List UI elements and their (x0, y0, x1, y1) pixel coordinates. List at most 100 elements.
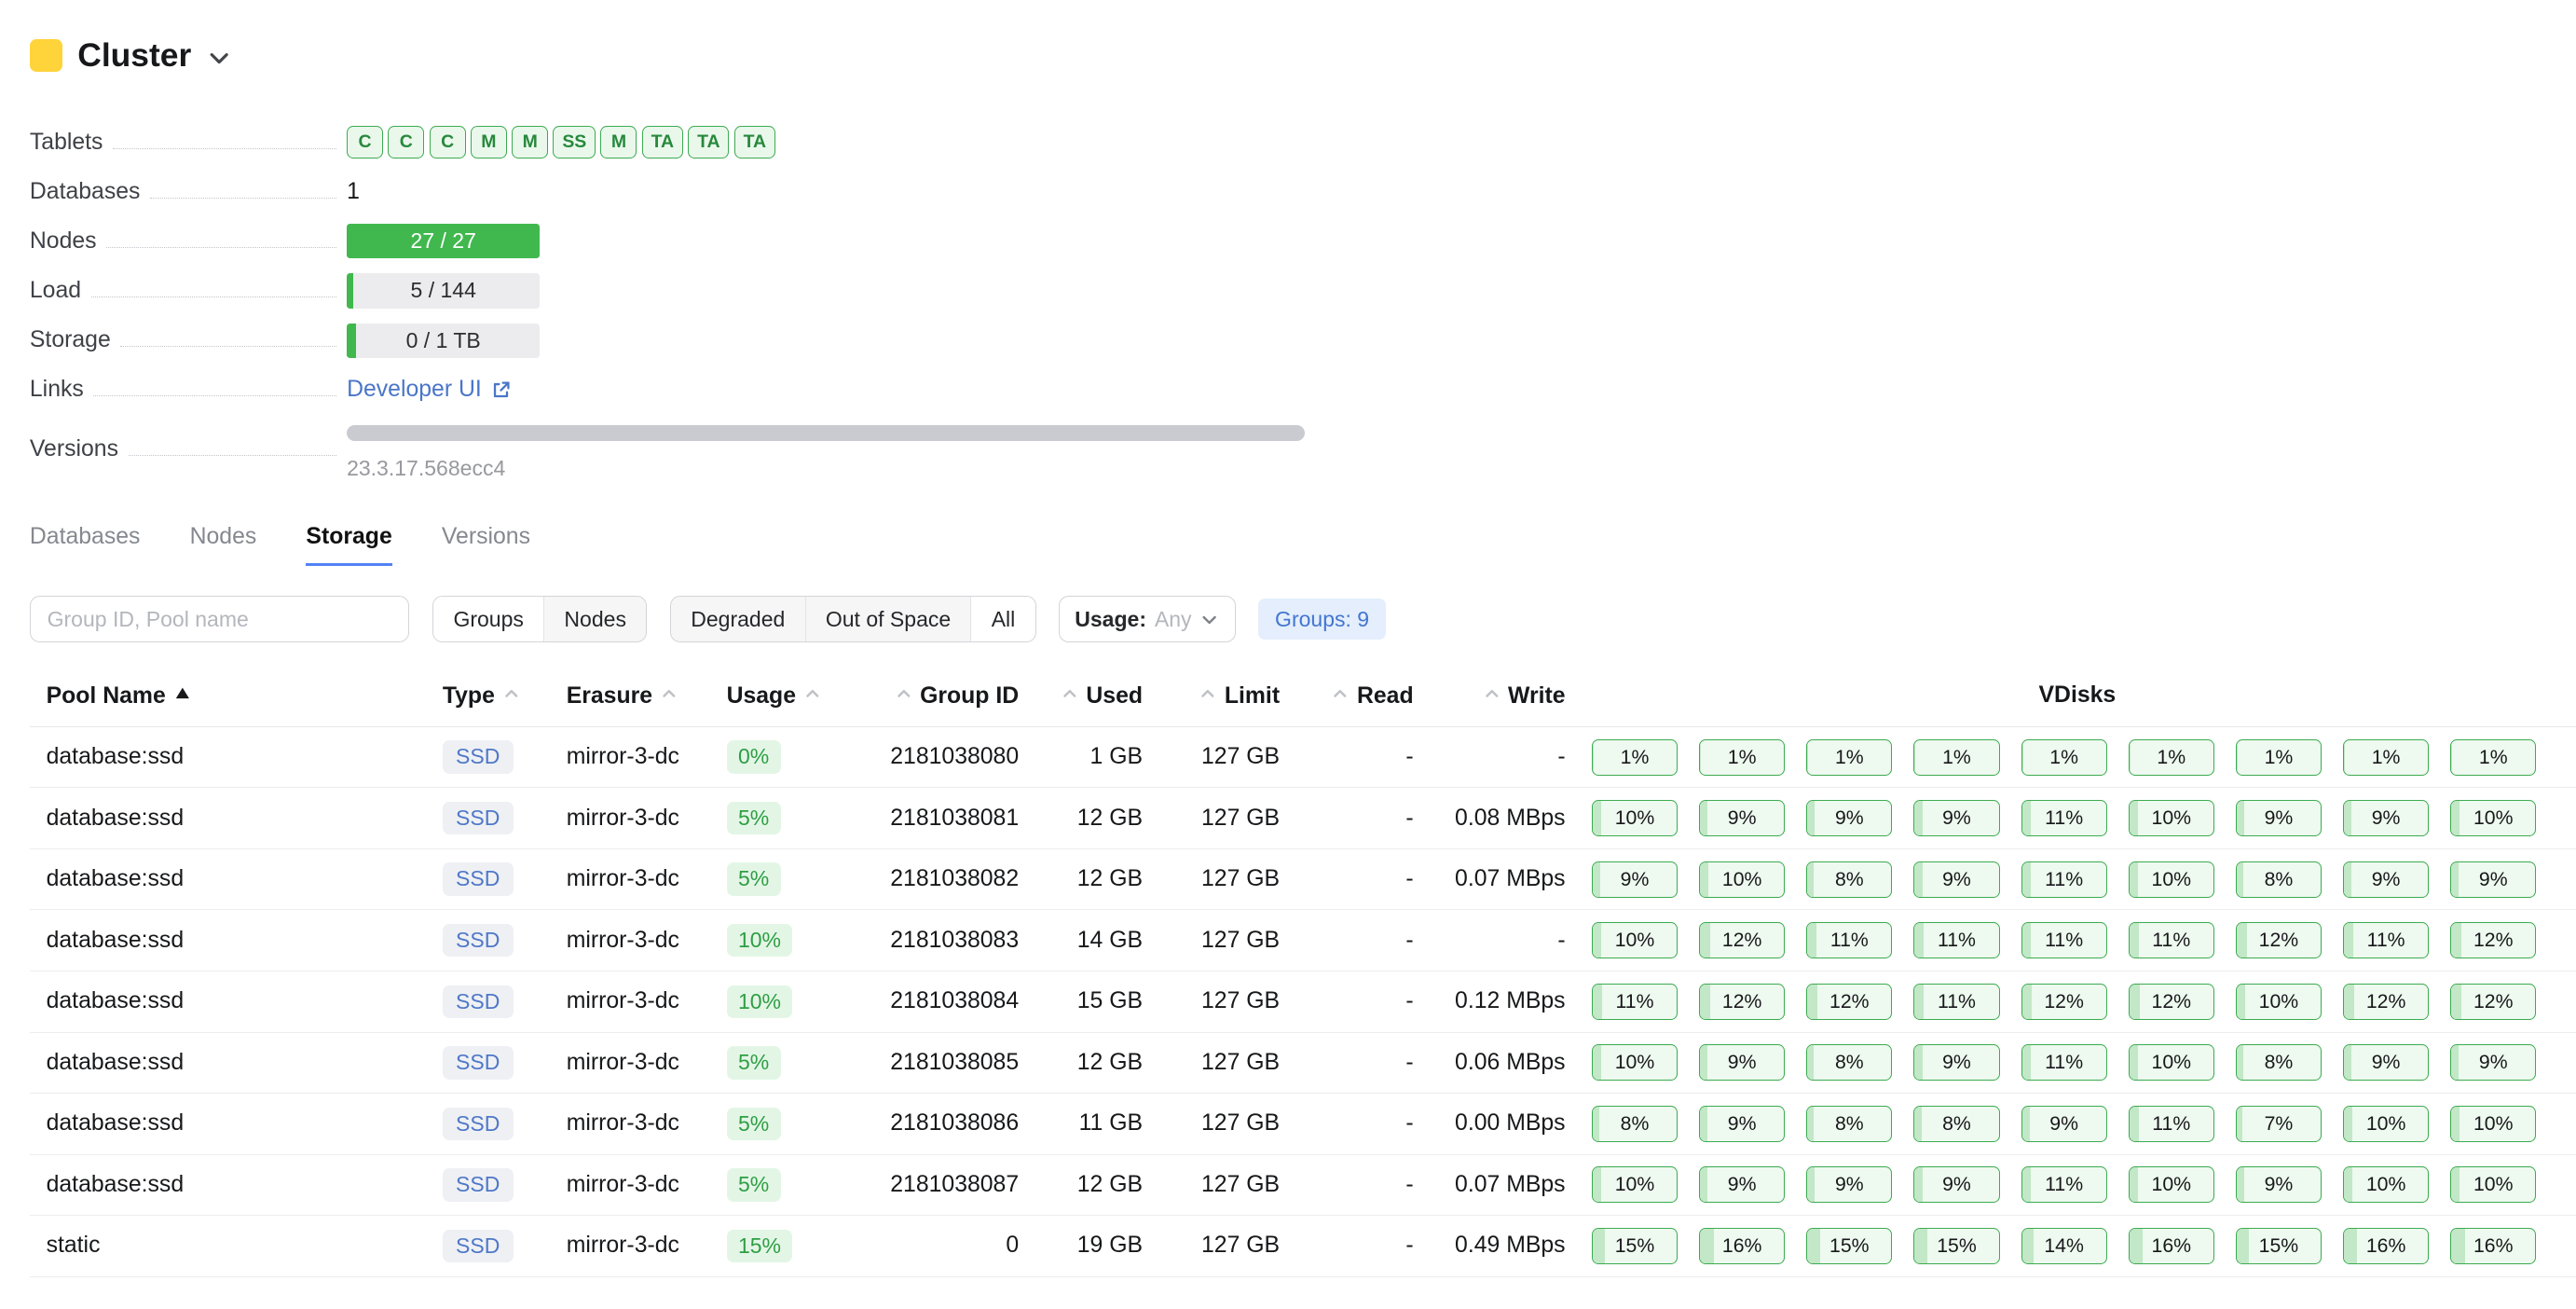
vdisk-badge[interactable]: 1% (2129, 739, 2214, 776)
vdisk-badge[interactable]: 1% (1913, 739, 1999, 776)
tablet-badge[interactable]: C (347, 126, 383, 158)
toggle-nodes[interactable]: Nodes (543, 597, 646, 641)
vdisk-badge[interactable]: 9% (1806, 1166, 1892, 1203)
column-header-usage[interactable]: Usage (713, 668, 858, 726)
usage-filter-select[interactable]: Usage: Any (1059, 596, 1235, 642)
vdisk-badge[interactable]: 10% (1592, 922, 1678, 958)
vdisk-badge[interactable]: 9% (1806, 800, 1892, 836)
vdisk-badge[interactable]: 1% (1806, 739, 1892, 776)
tablet-badge[interactable]: M (512, 126, 548, 158)
vdisk-badge[interactable]: 10% (1592, 1044, 1678, 1081)
vdisk-badge[interactable]: 10% (2343, 1106, 2429, 1142)
column-header-type[interactable]: Type (430, 668, 554, 726)
vdisk-badge[interactable]: 10% (2450, 1106, 2536, 1142)
vdisk-badge[interactable]: 11% (2021, 861, 2107, 898)
vdisk-badge[interactable]: 16% (2129, 1228, 2214, 1264)
vdisk-badge[interactable]: 8% (2236, 861, 2322, 898)
tablet-badge[interactable]: SS (553, 126, 596, 158)
toggle-all[interactable]: All (970, 597, 1035, 641)
vdisk-badge[interactable]: 1% (2343, 739, 2429, 776)
tablet-badge[interactable]: C (388, 126, 424, 158)
vdisk-badge[interactable]: 11% (2129, 922, 2214, 958)
vdisk-badge[interactable]: 10% (2129, 800, 2214, 836)
vdisk-badge[interactable]: 9% (1592, 861, 1678, 898)
vdisk-badge[interactable]: 11% (1592, 984, 1678, 1020)
vdisk-badge[interactable]: 1% (2021, 739, 2107, 776)
vdisk-badge[interactable]: 9% (2343, 1044, 2429, 1081)
vdisk-badge[interactable]: 9% (1699, 1106, 1785, 1142)
developer-ui-link[interactable]: Developer UI (347, 377, 512, 403)
vdisk-badge[interactable]: 10% (2343, 1166, 2429, 1203)
vdisk-badge[interactable]: 9% (2236, 1166, 2322, 1203)
vdisk-badge[interactable]: 15% (1806, 1228, 1892, 1264)
vdisk-badge[interactable]: 10% (2129, 1044, 2214, 1081)
vdisk-badge[interactable]: 11% (2129, 1106, 2214, 1142)
vdisk-badge[interactable]: 12% (2450, 984, 2536, 1020)
vdisk-badge[interactable]: 15% (1913, 1228, 1999, 1264)
vdisk-badge[interactable]: 10% (1592, 800, 1678, 836)
vdisk-badge[interactable]: 12% (2021, 984, 2107, 1020)
vdisk-badge[interactable]: 11% (2021, 1166, 2107, 1203)
vdisk-badge[interactable]: 10% (2129, 1166, 2214, 1203)
tab-versions[interactable]: Versions (442, 524, 530, 566)
column-header-pool[interactable]: Pool Name (30, 668, 430, 726)
vdisk-badge[interactable]: 9% (2343, 861, 2429, 898)
vdisk-badge[interactable]: 10% (2129, 861, 2214, 898)
vdisk-badge[interactable]: 8% (1806, 861, 1892, 898)
vdisk-badge[interactable]: 9% (2343, 800, 2429, 836)
toggle-groups[interactable]: Groups (433, 597, 543, 641)
vdisk-badge[interactable]: 8% (1592, 1106, 1678, 1142)
vdisk-badge[interactable]: 15% (1592, 1228, 1678, 1264)
vdisk-badge[interactable]: 8% (1806, 1044, 1892, 1081)
vdisk-badge[interactable]: 12% (1699, 984, 1785, 1020)
vdisk-badge[interactable]: 9% (1913, 1166, 1999, 1203)
vdisk-badge[interactable]: 10% (2236, 984, 2322, 1020)
vdisk-badge[interactable]: 10% (2450, 1166, 2536, 1203)
toggle-out-of-space[interactable]: Out of Space (805, 597, 971, 641)
vdisk-badge[interactable]: 16% (2343, 1228, 2429, 1264)
vdisk-badge[interactable]: 1% (2236, 739, 2322, 776)
tablet-badge[interactable]: TA (734, 126, 775, 158)
column-header-erasure[interactable]: Erasure (554, 668, 714, 726)
vdisk-badge[interactable]: 9% (1913, 861, 1999, 898)
vdisk-badge[interactable]: 10% (1592, 1166, 1678, 1203)
vdisk-badge[interactable]: 16% (2450, 1228, 2536, 1264)
vdisk-badge[interactable]: 9% (1699, 1166, 1785, 1203)
vdisk-badge[interactable]: 9% (2021, 1106, 2107, 1142)
vdisk-badge[interactable]: 8% (1913, 1106, 1999, 1142)
tab-databases[interactable]: Databases (30, 524, 141, 566)
vdisk-badge[interactable]: 12% (2236, 922, 2322, 958)
vdisk-badge[interactable]: 12% (1806, 984, 1892, 1020)
vdisk-badge[interactable]: 11% (2343, 922, 2429, 958)
vdisk-badge[interactable]: 9% (2236, 800, 2322, 836)
vdisk-badge[interactable]: 9% (2450, 861, 2536, 898)
vdisk-badge[interactable]: 7% (2236, 1106, 2322, 1142)
tablet-badge[interactable]: TA (688, 126, 729, 158)
column-header-limit[interactable]: Limit (1156, 668, 1293, 726)
vdisk-badge[interactable]: 11% (2021, 800, 2107, 836)
vdisk-badge[interactable]: 15% (2236, 1228, 2322, 1264)
vdisk-badge[interactable]: 12% (2450, 922, 2536, 958)
vdisk-badge[interactable]: 9% (1913, 800, 1999, 836)
vdisk-badge[interactable]: 12% (1699, 922, 1785, 958)
column-header-write[interactable]: Write (1427, 668, 1579, 726)
vdisk-badge[interactable]: 11% (2021, 1044, 2107, 1081)
vdisk-badge[interactable]: 11% (1806, 922, 1892, 958)
search-input[interactable] (30, 596, 410, 642)
tablet-badge[interactable]: M (600, 126, 637, 158)
vdisk-badge[interactable]: 1% (1592, 739, 1678, 776)
vdisk-badge[interactable]: 9% (1699, 800, 1785, 836)
vdisk-badge[interactable]: 11% (2021, 922, 2107, 958)
vdisk-badge[interactable]: 11% (1913, 984, 1999, 1020)
vdisk-badge[interactable]: 12% (2129, 984, 2214, 1020)
tablet-badge[interactable]: M (471, 126, 507, 158)
tablet-badge[interactable]: TA (642, 126, 683, 158)
vdisk-badge[interactable]: 16% (1699, 1228, 1785, 1264)
chevron-down-icon[interactable] (206, 45, 232, 71)
tab-nodes[interactable]: Nodes (190, 524, 257, 566)
vdisk-badge[interactable]: 10% (2450, 800, 2536, 836)
column-header-used[interactable]: Used (1032, 668, 1156, 726)
vdisk-badge[interactable]: 8% (2236, 1044, 2322, 1081)
vdisk-badge[interactable]: 11% (1913, 922, 1999, 958)
column-header-group[interactable]: Group ID (858, 668, 1032, 726)
